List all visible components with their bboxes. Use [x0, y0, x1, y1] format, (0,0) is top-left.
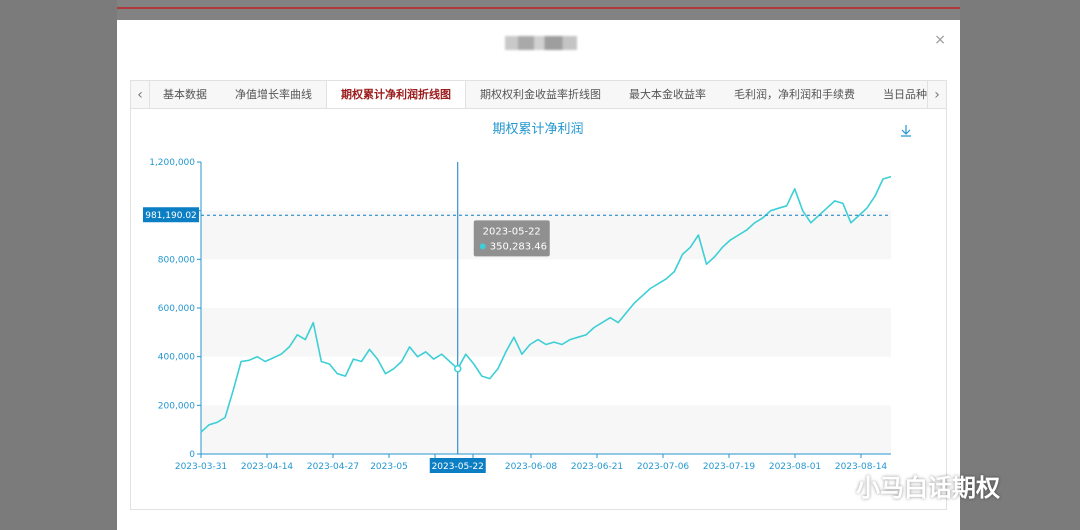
- grid-band: [201, 405, 891, 454]
- tooltip-series-marker: [479, 243, 486, 250]
- tooltip-value: 350,283.46: [490, 241, 547, 252]
- background-divider: [117, 7, 960, 9]
- tab-bar: ‹ 基本数据 净值增长率曲线 期权累计净利润折线图 期权权利金收益率折线图 最大…: [130, 80, 947, 109]
- crosshair-y-label: 981,190.02: [145, 211, 197, 221]
- x-tick-label: 2023-04-27: [307, 462, 359, 472]
- hover-point: [453, 365, 462, 373]
- x-tick-label: 2023-08-01: [769, 462, 821, 472]
- chevron-left-icon[interactable]: ‹: [131, 81, 150, 109]
- tab-basic-data[interactable]: 基本数据: [149, 81, 221, 109]
- x-tick-label: 2023-07-06: [637, 462, 690, 472]
- x-tick-label: 2023-04-14: [241, 462, 294, 472]
- y-tick-label: 1,200,000: [149, 158, 195, 168]
- tab-premium-yield[interactable]: 期权权利金收益率折线图: [466, 81, 615, 109]
- chevron-right-icon[interactable]: ›: [927, 81, 946, 109]
- y-tick-label: 600,000: [158, 304, 195, 314]
- watermark-text: 小马白话期权: [856, 473, 1000, 502]
- x-tick-label: 2023-06-21: [571, 462, 623, 472]
- y-tick-label: 400,000: [158, 353, 195, 363]
- chart-panel: 期权累计净利润 0 200,000 400,000 600,000 800,000 1,20…: [130, 108, 947, 510]
- tab-max-principal-yield[interactable]: 最大本金收益率: [615, 81, 720, 109]
- tab-net-value-growth[interactable]: 净值增长率曲线: [221, 81, 326, 109]
- tab-list: 基本数据 净值增长率曲线 期权累计净利润折线图 期权权利金收益率折线图 最大本金…: [149, 81, 928, 109]
- tab-daily-pnl[interactable]: 当日品种平仓盈亏: [869, 81, 928, 109]
- x-tick-label: 2023-05: [370, 462, 408, 472]
- y-tick-label: 800,000: [158, 255, 195, 265]
- download-icon[interactable]: [901, 125, 911, 137]
- crosshair-x-label: 2023-05-22: [432, 462, 484, 472]
- watermark: 小马白话期权: [820, 465, 1000, 505]
- wechat-icon: [820, 474, 848, 496]
- modal-title-blurred: [505, 36, 577, 50]
- grid-band: [201, 308, 891, 357]
- x-tick-label: 2023-07-19: [703, 462, 756, 472]
- x-tick-label: 2023-06-08: [505, 462, 558, 472]
- close-icon[interactable]: ×: [934, 32, 946, 48]
- chart-title: 期权累计净利润: [492, 121, 583, 137]
- tab-profit-and-fees[interactable]: 毛利润，净利润和手续费: [720, 81, 869, 109]
- y-tick-label: 200,000: [158, 401, 195, 411]
- tab-cumulative-net-profit[interactable]: 期权累计净利润折线图: [326, 81, 466, 109]
- y-tick-label: 0: [189, 450, 195, 460]
- x-tick-label: 2023-03-31: [175, 462, 227, 472]
- tooltip-date: 2023-05-22: [483, 226, 541, 237]
- chart-modal: × ‹ 基本数据 净值增长率曲线 期权累计净利润折线图 期权权利金收益率折线图 …: [117, 20, 960, 530]
- line-chart: 期权累计净利润 0 200,000 400,000 600,000 800,000 1,20…: [143, 121, 911, 473]
